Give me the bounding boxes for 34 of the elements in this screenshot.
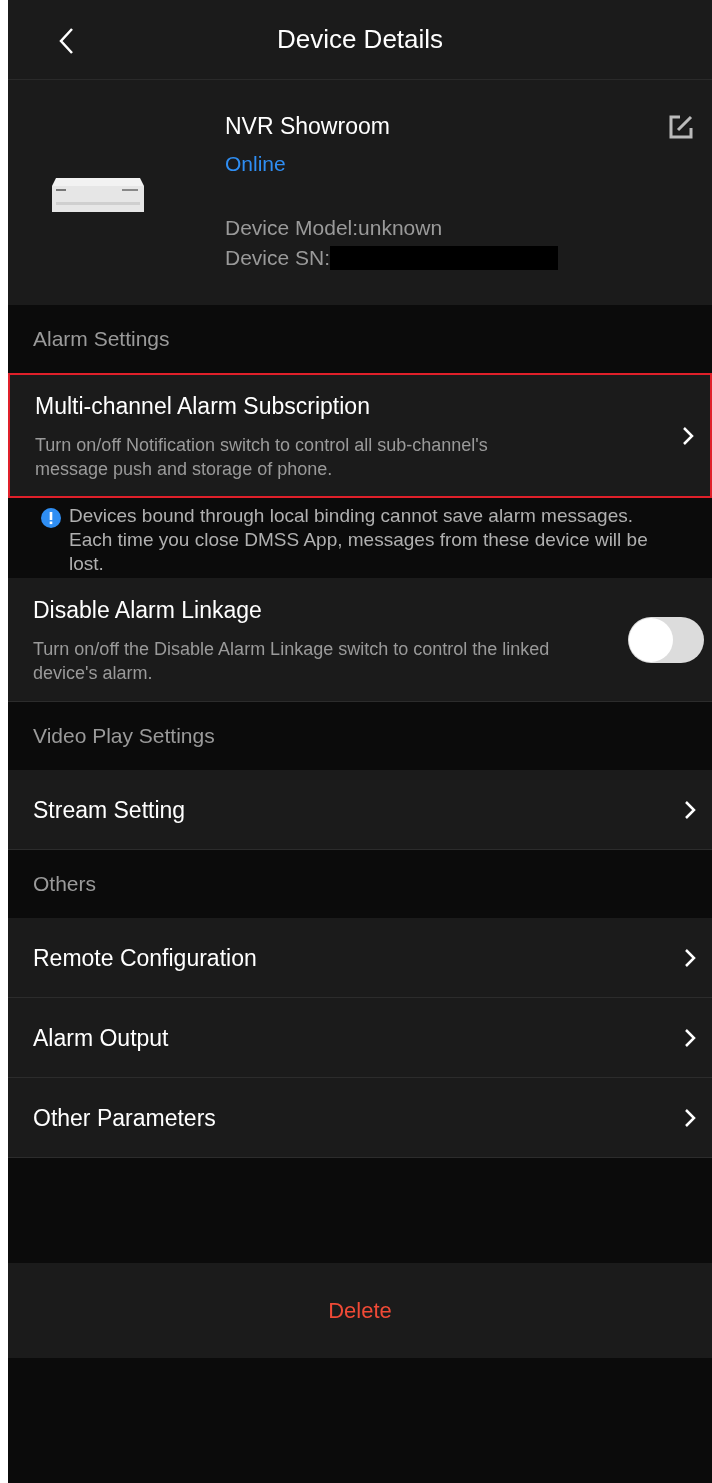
chevron-icon	[684, 799, 696, 820]
settings-row[interactable]: Other Parameters	[8, 1078, 712, 1158]
chevron-icon	[684, 1107, 696, 1128]
row-description: Turn on/off Notification switch to control all sub-channel's message push and storage of phone.	[35, 433, 489, 481]
chevron-icon	[684, 1027, 696, 1048]
back-icon	[58, 27, 74, 55]
row-title: Remote Configuration	[33, 943, 258, 973]
device-status: Online	[225, 151, 287, 177]
edit-icon	[668, 114, 694, 140]
row-title: Multi-channel Alarm Subscription	[35, 391, 371, 421]
nvr-device-icon	[52, 178, 144, 214]
chevron-icon	[684, 947, 696, 968]
settings-row[interactable]: Remote Configuration	[8, 918, 712, 998]
delete-button[interactable]: Delete	[8, 1263, 712, 1358]
page-title: Device Details	[276, 23, 444, 56]
row-title: Alarm Output	[33, 1023, 170, 1053]
row-title: Other Parameters	[33, 1103, 217, 1133]
device-model: Device Model:unknown	[225, 215, 444, 241]
section-header: Others	[33, 871, 97, 898]
row-title: Stream Setting	[33, 795, 187, 825]
info-icon	[41, 508, 61, 528]
chevron-icon	[682, 425, 694, 446]
notice-text: Devices bound through local binding cannot save alarm messages. Each time you close DMSS App, messages from these device will be lost.	[69, 504, 649, 576]
section-header: Video Play Settings	[33, 723, 215, 750]
settings-row[interactable]: Alarm Output	[8, 998, 712, 1078]
row-description: Turn on/off the Disable Alarm Linkage switch to control the linked device's alarm.	[33, 637, 551, 685]
edit-button[interactable]	[668, 114, 694, 140]
device-name: NVR Showroom	[225, 112, 391, 141]
section-header: Alarm Settings	[33, 326, 170, 353]
toggle-switch[interactable]	[628, 616, 704, 663]
settings-row[interactable]: Stream Setting	[8, 770, 712, 850]
row-title: Disable Alarm Linkage	[33, 595, 263, 625]
settings-row[interactable]: Multi-channel Alarm Subscription Turn on/off Notification switch to control all sub-channel's message push and storage of phone.	[8, 373, 712, 498]
device-sn-label: Device SN:	[225, 245, 331, 271]
